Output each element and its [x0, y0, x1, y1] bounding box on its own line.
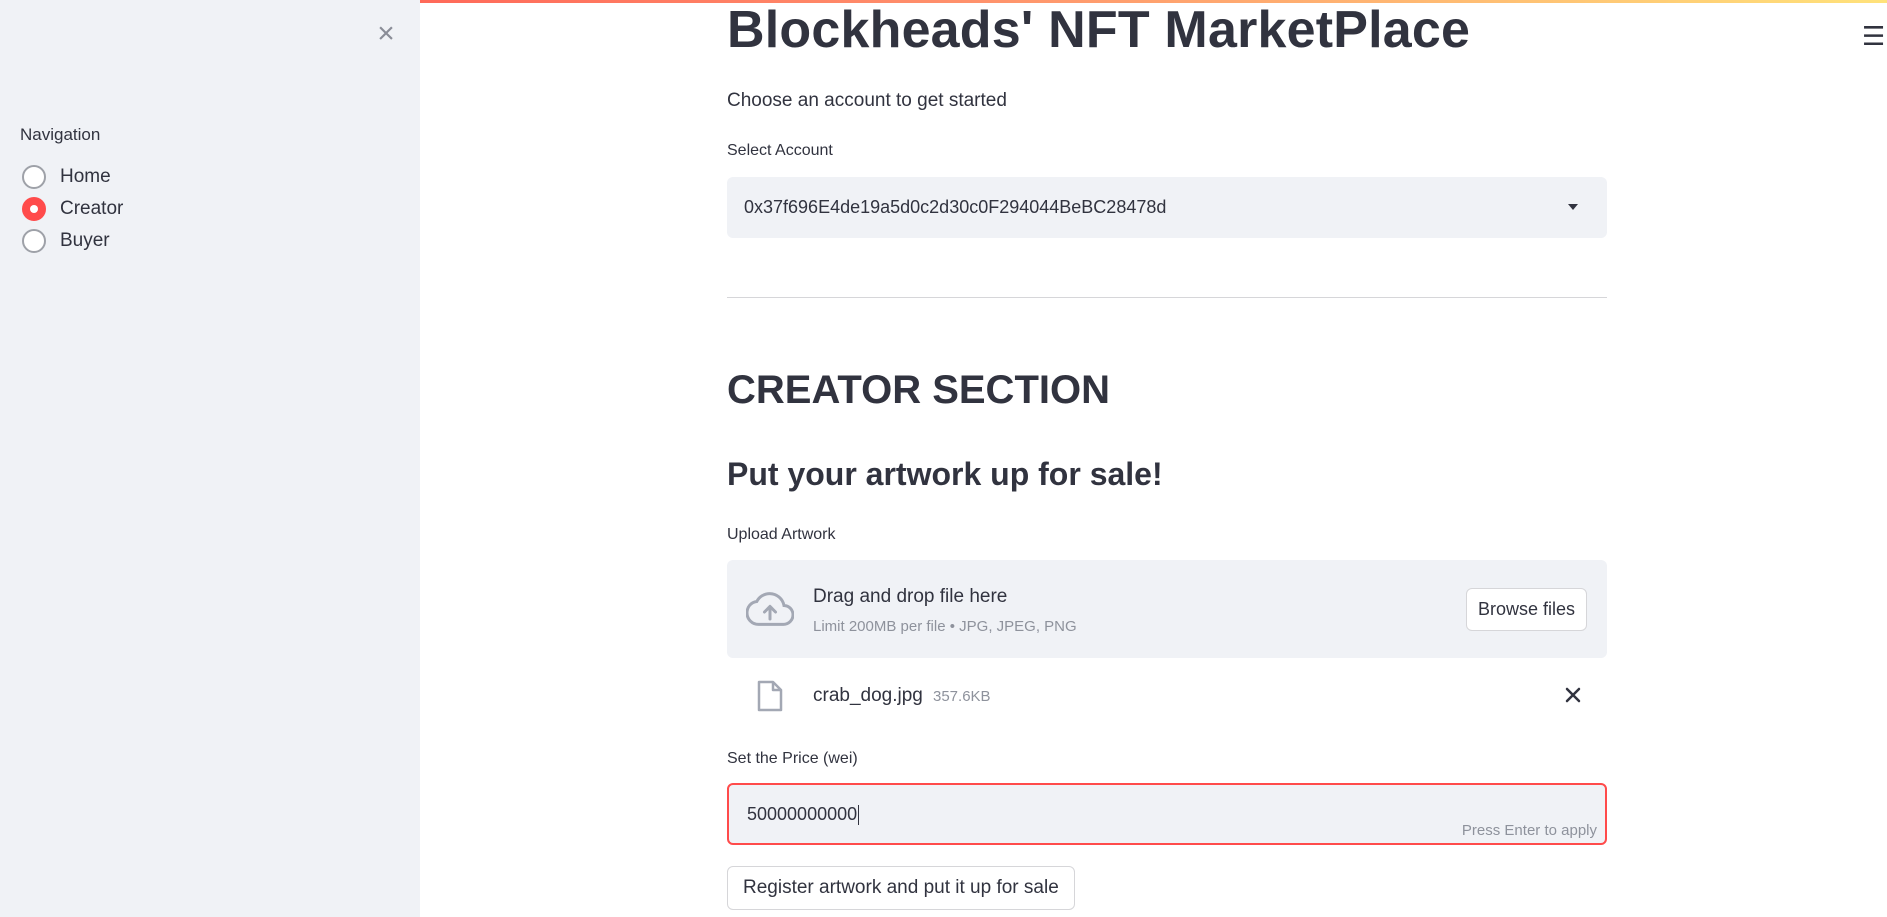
uploaded-file-size: 357.6KB	[933, 688, 991, 705]
nav-option-creator[interactable]: Creator	[22, 193, 123, 225]
sidebar: × Navigation Home Creator Buyer	[0, 0, 420, 917]
price-input[interactable]: 50000000000 Press Enter to apply	[727, 783, 1607, 845]
price-label: Set the Price (wei)	[727, 750, 858, 767]
creator-section-title: CREATOR SECTION	[727, 368, 1110, 412]
text-cursor	[858, 805, 860, 826]
navigation-radio-group: Home Creator Buyer	[22, 161, 123, 257]
account-select[interactable]: 0x37f696E4de19a5d0c2d30c0F294044BeBC2847…	[727, 177, 1607, 238]
nav-option-buyer[interactable]: Buyer	[22, 225, 123, 257]
file-icon	[757, 680, 783, 712]
file-dropzone[interactable]: Drag and drop file here Limit 200MB per …	[727, 560, 1607, 658]
nav-option-label: Home	[60, 166, 111, 187]
upload-artwork-label: Upload Artwork	[727, 526, 836, 543]
page-title: Blockheads' NFT MarketPlace	[727, 1, 1471, 59]
price-input-value: 50000000000	[747, 804, 858, 824]
select-account-label: Select Account	[727, 142, 833, 159]
account-select-value: 0x37f696E4de19a5d0c2d30c0F294044BeBC2847…	[744, 197, 1167, 217]
nav-option-label: Creator	[60, 198, 124, 219]
divider	[727, 297, 1607, 298]
nav-option-home[interactable]: Home	[22, 161, 123, 193]
register-artwork-button[interactable]: Register artwork and put it up for sale	[727, 866, 1075, 910]
uploaded-file-name: crab_dog.jpg	[813, 685, 923, 706]
dropzone-instructions: Drag and drop file here	[813, 586, 1008, 607]
hamburger-menu-icon[interactable]: ☰	[1862, 20, 1885, 52]
nav-option-label: Buyer	[60, 230, 110, 251]
page-subtitle: Choose an account to get started	[727, 90, 1007, 111]
remove-file-icon[interactable]	[1561, 683, 1585, 707]
close-icon[interactable]: ×	[372, 19, 400, 49]
radio-creator[interactable]	[22, 197, 46, 221]
uploaded-file-row: crab_dog.jpg 357.6KB	[727, 675, 1607, 719]
radio-home[interactable]	[22, 165, 46, 189]
creator-subheading: Put your artwork up for sale!	[727, 456, 1163, 492]
cloud-upload-icon	[746, 592, 794, 626]
radio-buyer[interactable]	[22, 229, 46, 253]
chevron-down-icon[interactable]	[1568, 204, 1578, 210]
dropzone-limit-hint: Limit 200MB per file • JPG, JPEG, PNG	[813, 618, 1077, 635]
navigation-label: Navigation	[20, 125, 101, 144]
browse-files-button[interactable]: Browse files	[1465, 588, 1587, 631]
press-enter-hint: Press Enter to apply	[1461, 822, 1597, 839]
